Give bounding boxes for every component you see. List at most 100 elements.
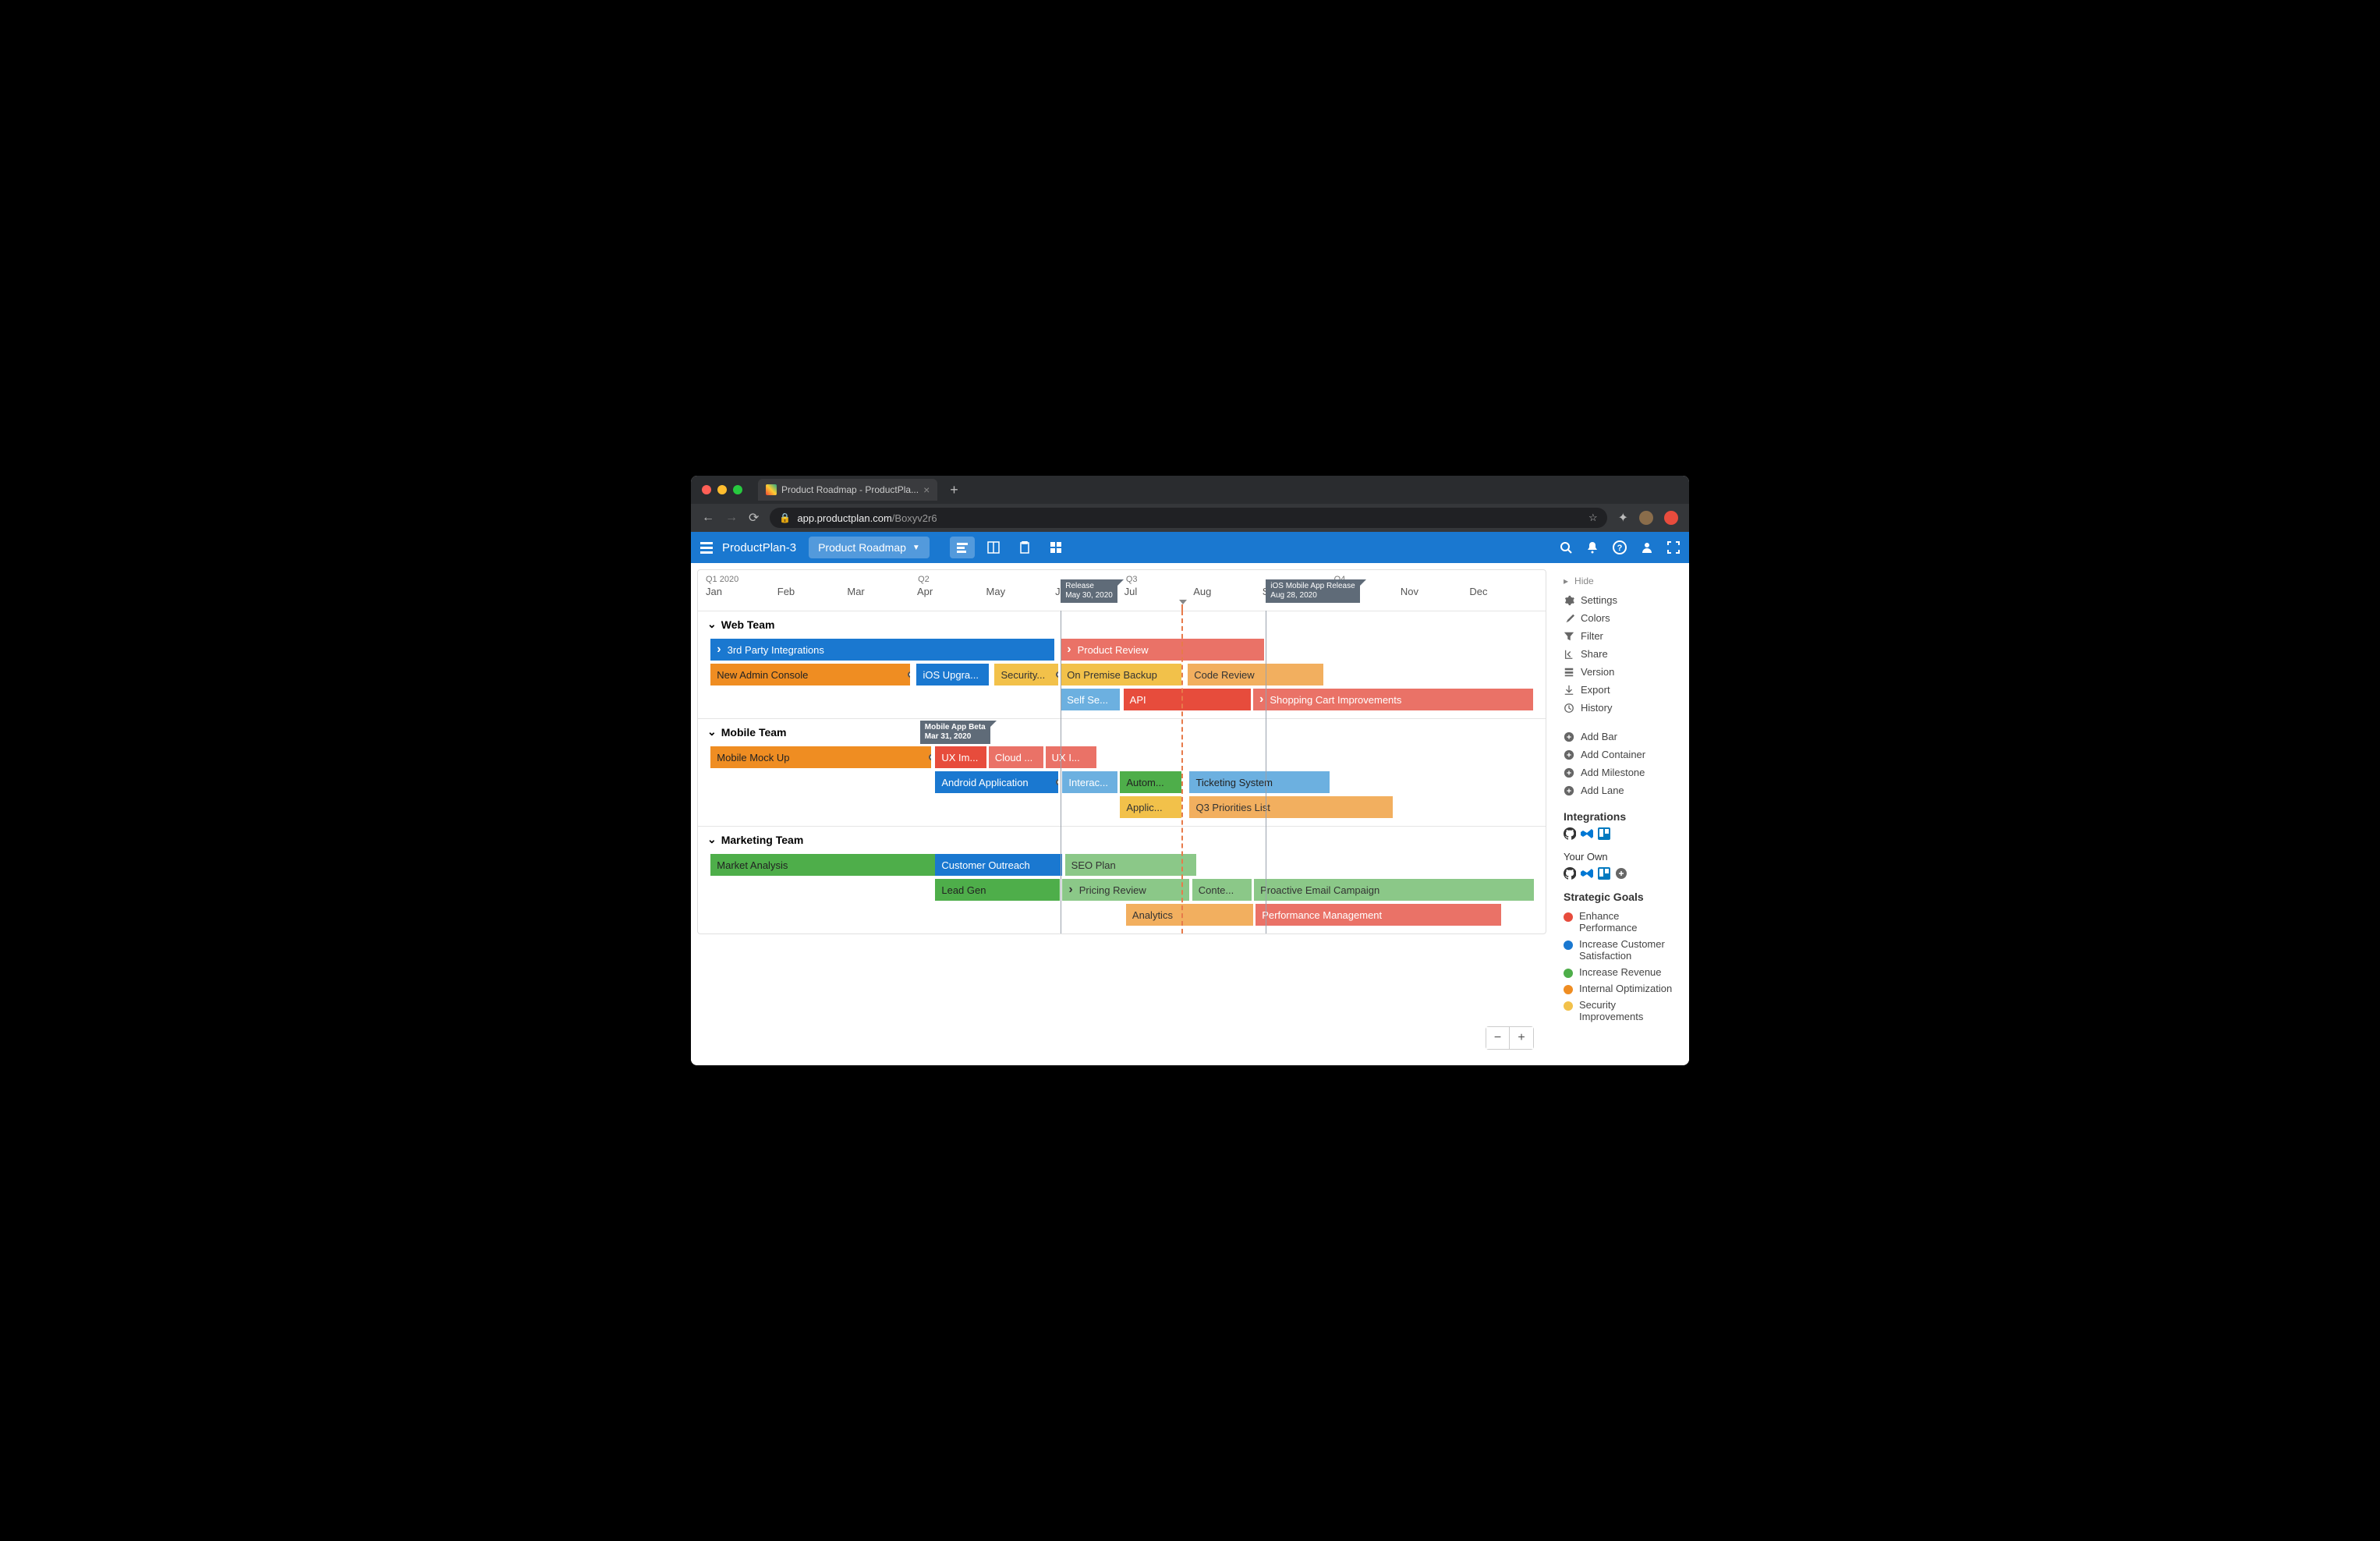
filter-link[interactable]: Filter [1564, 627, 1678, 645]
bar-cloud[interactable]: Cloud ... [989, 746, 1044, 768]
bar-market-analysis[interactable]: Market Analysis [710, 854, 935, 876]
user-icon[interactable] [1641, 541, 1653, 554]
extension-badge[interactable] [1664, 511, 1678, 525]
view-timeline-button[interactable] [950, 537, 975, 558]
bar-self-service[interactable]: Self Se... [1061, 689, 1120, 710]
tab-title: Product Roadmap - ProductPla... [781, 484, 919, 495]
history-link[interactable]: History [1564, 699, 1678, 717]
help-icon[interactable]: ? [1613, 540, 1627, 554]
goal-item[interactable]: Increase Customer Satisfaction [1564, 936, 1678, 964]
goal-color-dot [1564, 1001, 1573, 1011]
back-button[interactable]: ← [702, 511, 714, 525]
bar-ticketing-system[interactable]: Ticketing System [1189, 771, 1329, 793]
goal-color-dot [1564, 912, 1573, 922]
share-link[interactable]: Share [1564, 645, 1678, 663]
view-board-button[interactable] [981, 537, 1006, 558]
window-maximize[interactable] [733, 485, 742, 494]
bar-q3-priorities[interactable]: Q3 Priorities List [1189, 796, 1393, 818]
milestone-ios-release[interactable]: iOS Mobile App ReleaseAug 28, 2020 [1266, 579, 1359, 603]
milestone-release[interactable]: ReleaseMay 30, 2020 [1061, 579, 1117, 603]
bar-code-review[interactable]: Code Review [1188, 664, 1323, 685]
github-icon[interactable] [1564, 867, 1576, 880]
bar-android-application[interactable]: Android Application [935, 771, 1058, 793]
vsts-icon[interactable] [1581, 867, 1593, 880]
app-topbar: ProductPlan-3 Product Roadmap▼ ? [691, 532, 1689, 563]
bell-icon[interactable] [1586, 541, 1599, 554]
browser-tab[interactable]: Product Roadmap - ProductPla... × [758, 479, 937, 501]
goal-item[interactable]: Increase Revenue [1564, 964, 1678, 980]
hide-sidebar-button[interactable]: ▸Hide [1564, 572, 1678, 591]
window-close[interactable] [702, 485, 711, 494]
bar-new-admin-console[interactable]: New Admin Console [710, 664, 909, 685]
add-container-button[interactable]: Add Container [1564, 746, 1678, 763]
address-bar[interactable]: 🔒 app.productplan.com/Boxyv2r6 ☆ [770, 508, 1606, 528]
timeline: Q1 2020 Q2 Q3 Q4 Jan Feb Mar Apr May Jun… [697, 569, 1546, 934]
goal-item[interactable]: Internal Optimization [1564, 980, 1678, 997]
app-title[interactable]: ProductPlan-3 [722, 541, 796, 554]
colors-link[interactable]: Colors [1564, 609, 1678, 627]
goal-color-dot [1564, 969, 1573, 978]
zoom-in-button[interactable]: + [1510, 1027, 1533, 1049]
milestone-mobile-beta[interactable]: Mobile App BetaMar 31, 2020 [920, 721, 990, 744]
bar-shopping-cart[interactable]: Shopping Cart Improvements [1253, 689, 1533, 710]
star-icon[interactable]: ☆ [1588, 512, 1598, 524]
bar-application[interactable]: Applic... [1120, 796, 1181, 818]
trello-icon[interactable] [1598, 867, 1610, 880]
bar-automation[interactable]: Autom... [1120, 771, 1181, 793]
month-label: Apr [917, 586, 986, 597]
tab-close-icon[interactable]: × [923, 484, 930, 496]
vsts-icon[interactable] [1581, 827, 1593, 840]
profile-avatar[interactable] [1639, 511, 1653, 525]
extensions-icon[interactable]: ✦ [1618, 510, 1628, 526]
bar-mobile-mockup[interactable]: Mobile Mock Up [710, 746, 931, 768]
bar-seo-plan[interactable]: SEO Plan [1065, 854, 1196, 876]
zoom-out-button[interactable]: − [1486, 1027, 1510, 1049]
reload-button[interactable]: ⟳ [749, 510, 759, 526]
quarter-label: Q2 [918, 575, 930, 584]
lane-marketing-team[interactable]: ⌄Marketing Team [698, 826, 1546, 852]
bar-pricing-review[interactable]: Pricing Review [1062, 879, 1189, 901]
view-table-button[interactable] [1043, 537, 1068, 558]
view-clipboard-button[interactable] [1012, 537, 1037, 558]
bar-lead-gen[interactable]: Lead Gen [935, 879, 1060, 901]
roadmap-selector[interactable]: Product Roadmap▼ [809, 537, 930, 558]
add-lane-button[interactable]: Add Lane [1564, 781, 1678, 799]
history-icon [1564, 703, 1574, 714]
bar-content[interactable]: Conte... [1192, 879, 1252, 901]
strategic-goals-heading: Strategic Goals [1564, 891, 1678, 903]
app-body: Q1 2020 Q2 Q3 Q4 Jan Feb Mar Apr May Jun… [691, 563, 1689, 1065]
bar-ios-upgrade[interactable]: iOS Upgra... [916, 664, 988, 685]
month-label: Nov [1401, 586, 1470, 597]
bar-api[interactable]: API [1124, 689, 1251, 710]
bar-analytics[interactable]: Analytics [1126, 904, 1253, 926]
bar-on-premise-backup[interactable]: On Premise Backup [1061, 664, 1181, 685]
bar-ux-i[interactable]: UX I... [1046, 746, 1096, 768]
bar-customer-outreach[interactable]: Customer Outreach [935, 854, 1062, 876]
goal-item[interactable]: Enhance Performance [1564, 908, 1678, 936]
goal-item[interactable]: Security Improvements [1564, 997, 1678, 1025]
github-icon[interactable] [1564, 827, 1576, 840]
lane-mobile-team[interactable]: ⌄Mobile Team Mobile App BetaMar 31, 2020 [698, 718, 1546, 745]
version-link[interactable]: Version [1564, 663, 1678, 681]
bar-product-review[interactable]: Product Review [1061, 639, 1264, 661]
fullscreen-icon[interactable] [1667, 541, 1680, 554]
bar-3rd-party-integrations[interactable]: 3rd Party Integrations [710, 639, 1054, 661]
search-icon[interactable] [1560, 541, 1572, 554]
bar-performance-mgmt[interactable]: Performance Management [1256, 904, 1501, 926]
bar-ux-improvements[interactable]: UX Im... [935, 746, 986, 768]
bar-proactive-email[interactable]: Proactive Email Campaign [1254, 879, 1534, 901]
add-bar-button[interactable]: Add Bar [1564, 728, 1678, 746]
lane-web-team[interactable]: ⌄Web Team [698, 611, 1546, 637]
trello-icon[interactable] [1598, 827, 1610, 840]
bar-interaction[interactable]: Interac... [1062, 771, 1117, 793]
add-integration-icon[interactable] [1615, 867, 1627, 880]
window-minimize[interactable] [717, 485, 727, 494]
settings-link[interactable]: Settings [1564, 591, 1678, 609]
today-marker [1179, 600, 1187, 604]
menu-icon[interactable] [700, 542, 713, 554]
bar-security[interactable]: Security... [994, 664, 1058, 685]
new-tab-button[interactable]: + [950, 482, 958, 498]
add-milestone-button[interactable]: Add Milestone [1564, 763, 1678, 781]
export-link[interactable]: Export [1564, 681, 1678, 699]
forward-button[interactable]: → [725, 511, 738, 525]
